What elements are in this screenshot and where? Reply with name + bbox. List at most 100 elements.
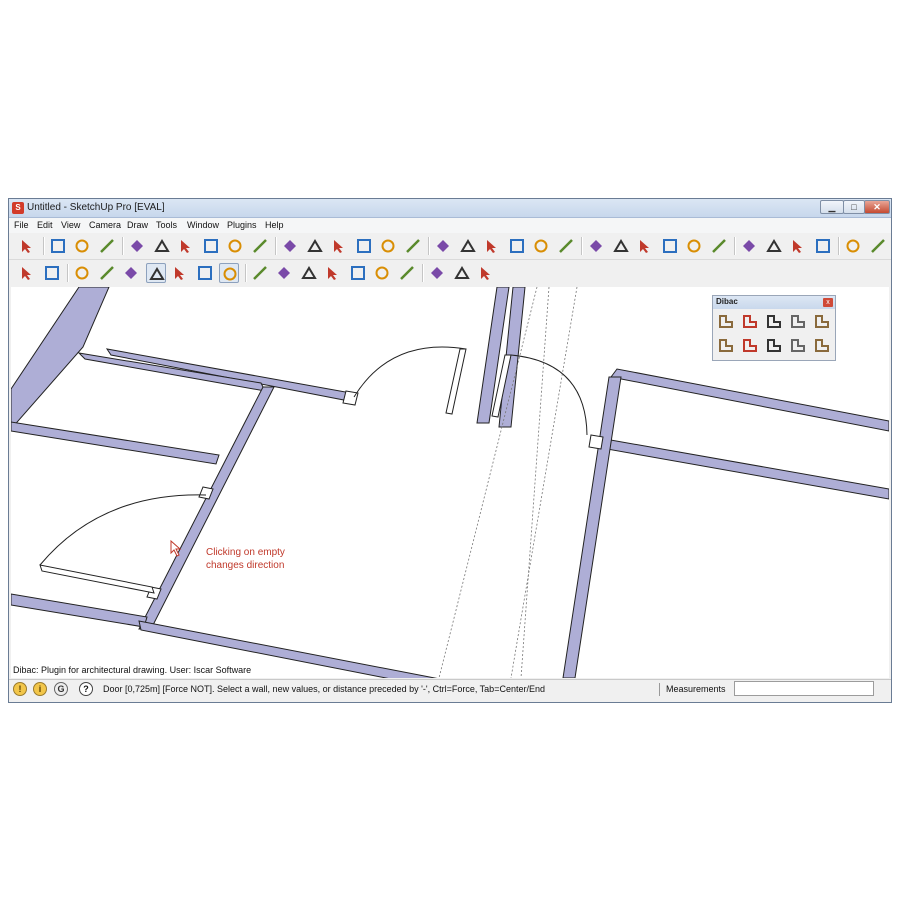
- zoom-window-tool[interactable]: [660, 236, 680, 256]
- menu-view[interactable]: View: [61, 220, 80, 230]
- help-icon[interactable]: ?: [79, 682, 93, 696]
- dibac-close-button[interactable]: x: [823, 298, 833, 307]
- line-tool[interactable]: [152, 236, 172, 256]
- left-tool[interactable]: [372, 263, 392, 283]
- follow-me-tool[interactable]: [354, 236, 374, 256]
- menu-edit[interactable]: Edit: [37, 220, 53, 230]
- geolocation-icon[interactable]: !: [13, 682, 27, 696]
- offset-tool[interactable]: [403, 236, 423, 256]
- stair-steps-tool[interactable]: [740, 335, 760, 355]
- close-button[interactable]: ✕: [864, 200, 890, 214]
- front-tool[interactable]: [299, 263, 319, 283]
- arc-tool[interactable]: [201, 236, 221, 256]
- top-view-tool[interactable]: [42, 263, 62, 283]
- monochrome-tool[interactable]: [219, 263, 239, 283]
- toolbar-separator: [275, 237, 277, 255]
- maximize-button[interactable]: □: [843, 200, 865, 214]
- measurements-label: Measurements: [666, 684, 726, 694]
- menu-file[interactable]: File: [14, 220, 29, 230]
- plugin-tool-tool[interactable]: [476, 263, 496, 283]
- axes-tool[interactable]: [531, 236, 551, 256]
- wireframe-tool[interactable]: [121, 263, 141, 283]
- window-tool-tool[interactable]: [452, 263, 472, 283]
- push-pull-tool[interactable]: [305, 236, 325, 256]
- toolbar-separator: [67, 264, 69, 282]
- toolbar-separator: [838, 237, 840, 255]
- door-arc-right: [510, 354, 588, 436]
- text-tool[interactable]: [507, 236, 527, 256]
- window-tool[interactable]: [812, 311, 832, 331]
- railing-tool[interactable]: [764, 335, 784, 355]
- menu-tools[interactable]: Tools: [156, 220, 177, 230]
- dimension-tool[interactable]: [716, 335, 736, 355]
- menu-camera[interactable]: Camera: [89, 220, 121, 230]
- pan-tool[interactable]: [611, 236, 631, 256]
- make-component-tool[interactable]: [48, 236, 68, 256]
- menu-bar: File Edit View Camera Draw Tools Window …: [9, 218, 891, 233]
- sandbox-1-tool[interactable]: [843, 236, 863, 256]
- scale-tool[interactable]: [378, 236, 398, 256]
- freehand-tool[interactable]: [250, 236, 270, 256]
- status-bar: ! i G ? Door [0,725m] [Force NOT]. Selec…: [9, 679, 891, 700]
- annotation-line-1: Clicking on empty: [206, 547, 285, 558]
- back-tool[interactable]: [348, 263, 368, 283]
- select-tool[interactable]: [17, 236, 37, 256]
- wall-left-room-bottom: [11, 593, 148, 628]
- toolbar-separator: [581, 237, 583, 255]
- zoom-tool[interactable]: [635, 236, 655, 256]
- dibac-title: Dibac: [716, 297, 738, 306]
- protractor-tool[interactable]: [482, 236, 502, 256]
- wall-tool[interactable]: [716, 311, 736, 331]
- extend-wall-tool[interactable]: [764, 311, 784, 331]
- settings-tool[interactable]: [812, 335, 832, 355]
- menu-plugins[interactable]: Plugins: [227, 220, 257, 230]
- drawing-viewport[interactable]: Clicking on empty changes direction Diba…: [11, 287, 889, 678]
- minimize-button[interactable]: ▁: [820, 200, 844, 214]
- rectangle-tool[interactable]: [127, 236, 147, 256]
- iso-tool[interactable]: [250, 263, 270, 283]
- section-plane-tool[interactable]: [813, 236, 833, 256]
- xray-tool[interactable]: [72, 263, 92, 283]
- right-tool[interactable]: [323, 263, 343, 283]
- move-tool[interactable]: [280, 236, 300, 256]
- wall-right-room-top: [610, 368, 889, 432]
- iso-view-tool[interactable]: [17, 263, 37, 283]
- credits-icon[interactable]: i: [33, 682, 47, 696]
- main-toolbar: [9, 233, 891, 260]
- 3d-text-tool[interactable]: [556, 236, 576, 256]
- wall-right-room-middle: [604, 438, 889, 500]
- wall-left-room-middle: [11, 421, 220, 465]
- orbit-tool[interactable]: [586, 236, 606, 256]
- dibac-header[interactable]: Dibac x: [713, 296, 835, 309]
- door-tool[interactable]: [788, 311, 808, 331]
- walk-tool[interactable]: [788, 236, 808, 256]
- tape-measure-tool[interactable]: [433, 236, 453, 256]
- menu-help[interactable]: Help: [265, 220, 284, 230]
- position-camera-tool[interactable]: [739, 236, 759, 256]
- measurements-input[interactable]: [734, 681, 874, 696]
- shaded-tool[interactable]: [170, 263, 190, 283]
- sandbox-2-tool[interactable]: [868, 236, 888, 256]
- polygon-tool[interactable]: [225, 236, 245, 256]
- title-bar[interactable]: S Untitled - SketchUp Pro [EVAL] ▁ □ ✕: [9, 199, 891, 218]
- back-edges-tool[interactable]: [97, 263, 117, 283]
- door-tool-tool[interactable]: [427, 263, 447, 283]
- shaded-textures-tool[interactable]: [195, 263, 215, 283]
- top-tool[interactable]: [274, 263, 294, 283]
- look-around-tool[interactable]: [764, 236, 784, 256]
- stairs-tool[interactable]: [740, 311, 760, 331]
- rotate-tool[interactable]: [329, 236, 349, 256]
- menu-window[interactable]: Window: [187, 220, 219, 230]
- furniture-tool[interactable]: [788, 335, 808, 355]
- annotation-line-2: changes direction: [206, 560, 285, 571]
- previous-view-tool[interactable]: [709, 236, 729, 256]
- zoom-extents-tool[interactable]: [684, 236, 704, 256]
- bottom-tool[interactable]: [397, 263, 417, 283]
- eraser-tool[interactable]: [97, 236, 117, 256]
- hidden-line-tool[interactable]: [145, 263, 166, 283]
- circle-tool[interactable]: [176, 236, 196, 256]
- menu-draw[interactable]: Draw: [127, 220, 148, 230]
- dimension-tool[interactable]: [458, 236, 478, 256]
- user-icon[interactable]: G: [54, 682, 68, 696]
- paint-bucket-tool[interactable]: [72, 236, 92, 256]
